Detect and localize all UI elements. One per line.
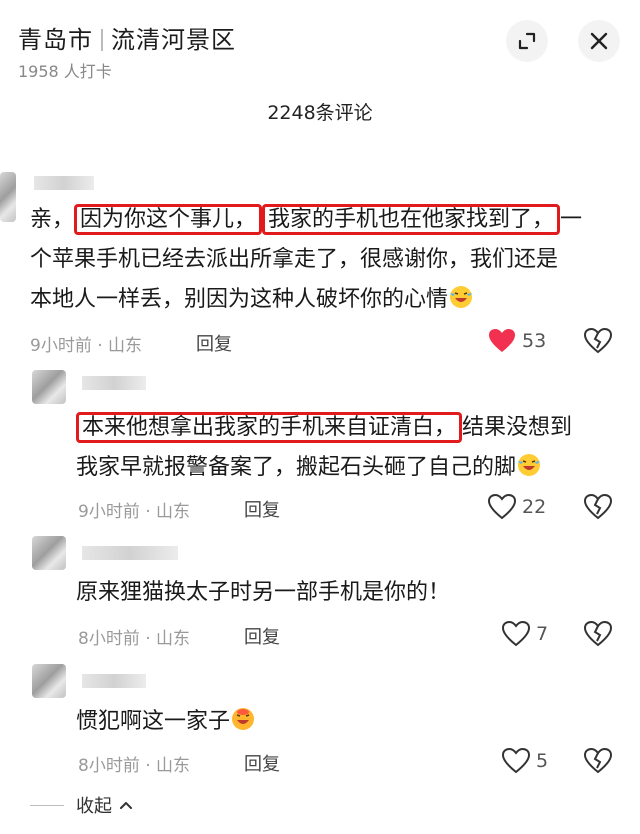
- like-button[interactable]: 5: [502, 748, 548, 774]
- comment-text-segment: 个苹果手机已经去派出所拿走了，很感谢你，我们还是: [30, 247, 559, 272]
- broken-heart-icon: [583, 620, 613, 647]
- close-icon: [590, 32, 608, 50]
- reply-button[interactable]: 回复: [244, 750, 280, 776]
- comment-text-segment: 惯犯啊这一家子: [76, 709, 231, 734]
- reply-button[interactable]: 回复: [244, 496, 280, 522]
- comment-text-segment: 一: [560, 207, 583, 232]
- title-divider: [101, 29, 103, 51]
- avatar[interactable]: [32, 370, 66, 404]
- comment-line: 原来狸猫换太子时另一部手机是你的！: [76, 573, 450, 613]
- username[interactable]: [82, 674, 146, 688]
- comment-meta: 9小时前 · 山东: [78, 502, 191, 522]
- comment-line: 亲， 因为你这个事儿， 我家的手机也在他家找到了，一: [30, 200, 582, 240]
- highlighted-text: 我家的手机也在他家找到了，: [262, 204, 561, 235]
- reply-button[interactable]: 回复: [196, 330, 232, 356]
- comment-text-segment: 亲，: [30, 207, 75, 232]
- expand-icon: [518, 32, 536, 50]
- heart-filled-icon: [489, 329, 515, 352]
- username[interactable]: [34, 176, 94, 190]
- comment-count: 2248条评论: [267, 102, 373, 124]
- like-count: 5: [536, 750, 549, 772]
- dislike-button[interactable]: [583, 327, 613, 358]
- like-button[interactable]: 53: [488, 328, 546, 354]
- heart-outline-icon: [502, 621, 530, 647]
- broken-heart-icon: [583, 493, 613, 520]
- like-count: 53: [522, 330, 547, 352]
- comment-meta: 9小时前 · 山东: [30, 336, 143, 356]
- comment-text: 本来他想拿出我家的手机来自证清白， 结果没想到我家早就报警备案了，搬起石头砸了自己…: [76, 408, 572, 488]
- comment-meta: 8小时前 · 山东: [78, 629, 191, 649]
- avatar[interactable]: [32, 664, 66, 698]
- chevron-up-icon: [120, 802, 132, 809]
- comment-line: 本地人一样丢，别因为这种人破坏你的心情: [30, 280, 582, 320]
- like-button[interactable]: 22: [488, 494, 546, 520]
- avatar[interactable]: [32, 536, 66, 570]
- place-name: 流清河景区: [111, 26, 236, 54]
- comment-text-segment: 我家早就报警备案了，搬起石头砸了自己的脚: [76, 455, 517, 480]
- comment-meta: 8小时前 · 山东: [78, 756, 191, 776]
- close-button[interactable]: [578, 20, 620, 62]
- highlighted-text: 因为你这个事儿，: [74, 204, 263, 235]
- comment-text-segment: 原来狸猫换太子时另一部手机是你的！: [76, 580, 451, 605]
- comment-line: 惯犯啊这一家子: [76, 702, 256, 742]
- location-header: 青岛市 流清河景区 1958 人打卡: [0, 0, 640, 90]
- username[interactable]: [82, 376, 146, 390]
- comment-text-segment: 本地人一样丢，别因为这种人破坏你的心情: [30, 287, 449, 312]
- laugh-cry-emoji-icon: [518, 454, 541, 476]
- dislike-button[interactable]: [583, 747, 613, 778]
- avatar[interactable]: [0, 172, 16, 222]
- like-count: 7: [536, 623, 549, 645]
- comment-line: 个苹果手机已经去派出所拿走了，很感谢你，我们还是: [30, 240, 582, 280]
- dislike-button[interactable]: [583, 620, 613, 651]
- like-count: 22: [522, 496, 547, 518]
- like-button[interactable]: 7: [502, 621, 548, 647]
- comment-text: 亲， 因为你这个事儿， 我家的手机也在他家找到了，一个苹果手机已经去派出所拿走了，很…: [30, 200, 582, 320]
- location-title: 青岛市 流清河景区: [18, 20, 236, 55]
- comment-line: 本来他想拿出我家的手机来自证清白， 结果没想到: [76, 408, 572, 448]
- divider-line: [30, 804, 64, 806]
- username[interactable]: [82, 546, 178, 560]
- heart-outline-icon: [488, 494, 516, 520]
- expand-button[interactable]: [506, 20, 548, 62]
- dislike-button[interactable]: [583, 493, 613, 524]
- grin-emoji-icon: [232, 708, 255, 730]
- highlighted-text: 本来他想拿出我家的手机来自证清白，: [76, 412, 463, 443]
- comment-text-segment: 结果没想到: [462, 415, 573, 440]
- broken-heart-icon: [583, 327, 613, 354]
- city-name: 青岛市: [18, 26, 93, 54]
- comment-text: 惯犯啊这一家子: [76, 702, 256, 742]
- reply-button[interactable]: 回复: [244, 623, 280, 649]
- comment-text: 原来狸猫换太子时另一部手机是你的！: [76, 573, 450, 613]
- collapse-label: 收起: [76, 796, 112, 817]
- checkin-count: 1958 人打卡: [18, 62, 112, 81]
- broken-heart-icon: [583, 747, 613, 774]
- comment-line: 我家早就报警备案了，搬起石头砸了自己的脚: [76, 448, 572, 488]
- collapse-replies-button[interactable]: 收起: [30, 792, 134, 818]
- heart-outline-icon: [502, 748, 530, 774]
- laugh-cry-emoji-icon: [450, 286, 473, 308]
